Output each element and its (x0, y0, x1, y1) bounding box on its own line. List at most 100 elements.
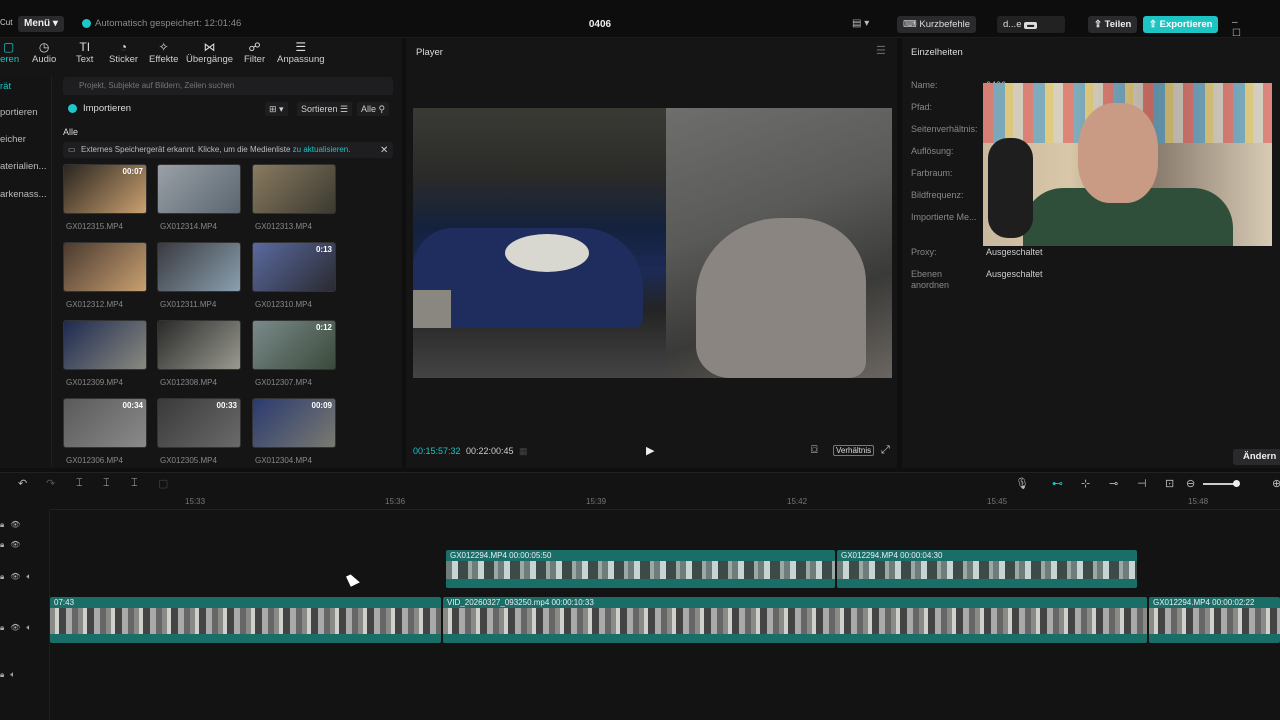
track-controls[interactable]: 🔒︎👁︎🔈︎ (0, 572, 37, 582)
timeline-clip[interactable]: GX012294.MP4 00:00:04:30 (837, 550, 1137, 588)
user-badge[interactable]: d...e ▬ (997, 16, 1065, 33)
media-thumbnail[interactable]: 00:33 (157, 398, 241, 448)
headlight-shape (505, 234, 589, 272)
change-button[interactable]: Ändern (1233, 449, 1280, 465)
thumbnail-label: GX012308.MP4 (160, 378, 217, 387)
media-thumbnail[interactable] (157, 242, 241, 292)
export-button[interactable]: ⇧ Exportieren (1143, 16, 1219, 33)
tool-import[interactable]: ▢ ieren (0, 40, 19, 65)
thumbnail-duration: 00:34 (122, 401, 143, 410)
autosave-text: Automatisch gespeichert: 12:01:46 (95, 18, 242, 29)
tool-audio[interactable]: ◷ Audio (32, 40, 56, 65)
window-controls[interactable]: –☐ (1232, 17, 1280, 39)
sidebar-item-storage[interactable]: eicher (0, 129, 52, 151)
media-search-input[interactable] (63, 77, 393, 95)
filter-all-button[interactable]: Alle ⚲ (357, 102, 390, 116)
keyboard-icon: ⌨ (903, 19, 920, 30)
zoom-slider[interactable] (1203, 483, 1237, 485)
refresh-link[interactable]: zu aktualisieren. (293, 145, 351, 154)
layout-icon[interactable]: ▤ ▾ (852, 18, 869, 29)
thumbnail-label: GX012304.MP4 (255, 456, 312, 465)
player-menu-icon[interactable]: ☰ (876, 44, 886, 57)
lock-icon: 🔒︎ (0, 572, 11, 581)
notice-text: Externes Speichergerät erkannt. Klicke, … (81, 145, 293, 154)
magnet-icon[interactable]: ⊷ (1052, 477, 1063, 490)
field-label: Proxy: (911, 247, 937, 257)
media-thumbnail[interactable]: 00:09 (252, 398, 336, 448)
media-thumbnail[interactable] (63, 320, 147, 370)
share-button[interactable]: ⇪ Teilen (1088, 16, 1138, 33)
caption-icon[interactable]: ⊡ (1165, 477, 1174, 490)
lock-icon: 🔒︎ (0, 540, 11, 549)
tool-filter[interactable]: ☍ Filter (244, 40, 265, 65)
preview-icon[interactable]: ⊸ (1109, 477, 1118, 490)
close-icon[interactable]: ✕ (380, 145, 388, 156)
media-thumbnail[interactable] (252, 164, 336, 214)
snap-icon[interactable]: ⊣ (1137, 477, 1147, 490)
import-icon: ▢ (2, 40, 15, 54)
zoom-out-icon[interactable]: ⊖ (1186, 477, 1195, 490)
timeline-clip[interactable]: GX012294.MP4 00:00:02:22 (1149, 597, 1280, 643)
license-plate (413, 290, 451, 328)
sidebar-item-materials[interactable]: aterialien... (0, 156, 52, 178)
tool-effects[interactable]: ✧ Effekte (149, 40, 178, 65)
delete-icon[interactable]: ▢ (158, 477, 168, 490)
project-title: 0406 (588, 19, 612, 30)
person-head-shape (1078, 103, 1158, 203)
track-controls[interactable]: 🔒︎👁︎ (0, 520, 26, 530)
tool-text[interactable]: TI Text (76, 40, 93, 65)
shortcuts-button[interactable]: ⌨ Kurzbefehle (897, 16, 977, 33)
thumbnail-label: GX012312.MP4 (66, 300, 123, 309)
sort-button[interactable]: Sortieren ☰ (297, 102, 353, 116)
media-sidebar: rät portieren eicher aterialien... arken… (0, 76, 52, 466)
track-controls[interactable]: 🔒︎🔈︎ (0, 670, 21, 680)
audio-icon: ◷ (38, 40, 50, 54)
media-thumbnail[interactable] (63, 242, 147, 292)
media-thumbnail[interactable]: 00:07 (63, 164, 147, 214)
timeline-clip[interactable]: GX012294.MP4 00:00:05:50 (446, 550, 835, 588)
tool-adjust[interactable]: ☰ Anpassung (277, 40, 325, 65)
grid-view-icon[interactable]: ⊞ ▾ (265, 102, 288, 116)
thumbnail-label: GX012309.MP4 (66, 378, 123, 387)
text-icon: TI (79, 40, 91, 54)
undo-icon[interactable]: ↶ (18, 477, 27, 490)
track-controls[interactable]: 🔒︎👁︎ (0, 540, 26, 550)
media-thumbnail[interactable]: 0:12 (252, 320, 336, 370)
fullscreen-icon[interactable]: ⤢ (881, 444, 890, 457)
autosave-status: Automatisch gespeichert: 12:01:46 (82, 18, 241, 29)
split-left-icon[interactable]: ⌶ (103, 477, 110, 490)
menu-button[interactable]: Menü ▾ (18, 16, 64, 32)
lock-icon: 🔒︎ (0, 670, 11, 679)
eye-icon: 👁︎ (10, 623, 27, 632)
zoom-in-icon[interactable]: ⊕ (1272, 477, 1280, 490)
sidebar-item-import[interactable]: portieren (0, 102, 52, 124)
media-thumbnail[interactable]: 0:13 (252, 242, 336, 292)
timeline-clip[interactable]: 07:43 (50, 597, 441, 643)
pro-badge-icon: ▬ (1024, 22, 1038, 29)
link-icon[interactable]: ⊹ (1081, 477, 1090, 490)
tool-transitions[interactable]: ⋈ Übergänge (186, 40, 233, 65)
split-right-icon[interactable]: ⌶ (131, 477, 138, 490)
timeline-clip[interactable]: VID_20260327_093250.mp4 00:00:10:33 (443, 597, 1147, 643)
import-button[interactable]: Importieren (68, 103, 131, 114)
split-icon[interactable]: ⌶ (76, 477, 83, 490)
ratio-button[interactable]: Verhältnis (833, 445, 875, 456)
ruler-tick: 15:33 (185, 497, 206, 506)
media-thumbnail[interactable] (157, 320, 241, 370)
mic-icon[interactable]: 🎙 (1015, 477, 1029, 490)
time-ruler[interactable] (50, 494, 1280, 510)
redo-icon[interactable]: ↷ (46, 477, 55, 490)
sidebar-item-device[interactable]: rät (0, 76, 52, 98)
thumbnail-label: GX012313.MP4 (255, 222, 312, 231)
media-thumbnail[interactable]: 00:34 (63, 398, 147, 448)
video-frame-right (666, 108, 892, 378)
track-controls[interactable]: 🔒︎👁︎🔈︎ (0, 623, 37, 633)
zoom-slider-knob[interactable] (1233, 480, 1240, 487)
play-icon[interactable]: ▶ (646, 444, 654, 457)
field-label: Seitenverhältnis: (911, 124, 978, 134)
screenshot-icon[interactable]: ⌼ (811, 444, 818, 457)
media-thumbnail[interactable] (157, 164, 241, 214)
tool-sticker[interactable]: ◔ Sticker (109, 40, 138, 65)
sidebar-item-brand[interactable]: arkenass... (0, 184, 52, 206)
grid-icon[interactable]: ▦ (519, 446, 528, 457)
